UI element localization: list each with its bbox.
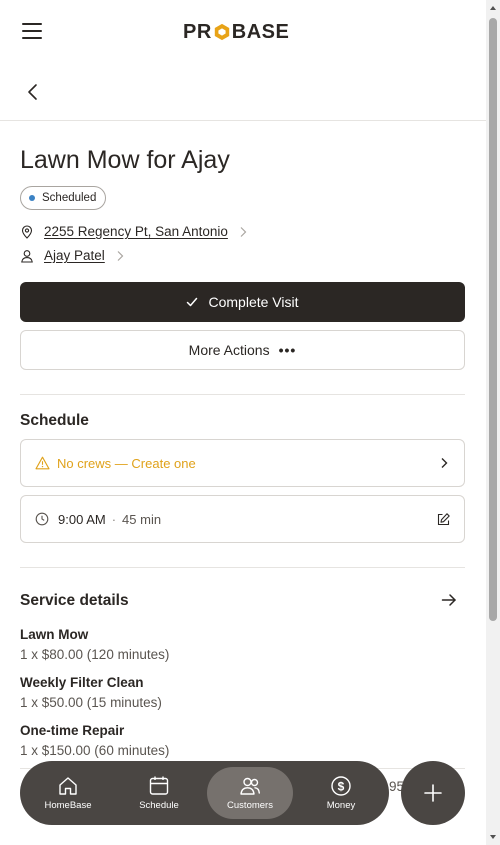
service-name: Weekly Filter Clean (20, 675, 144, 690)
nav-money[interactable]: $ Money (298, 767, 384, 819)
duration: 45 min (122, 511, 162, 527)
status-dot (29, 195, 35, 201)
scrollbar-thumb[interactable] (489, 18, 497, 621)
bottom-nav: HomeBase Schedule Customers $ Money (20, 761, 389, 825)
customer-name: Ajay Patel (44, 248, 105, 263)
users-icon (240, 777, 260, 795)
create-crew-card[interactable]: No crews — Create one (20, 439, 465, 487)
nav-homebase[interactable]: HomeBase (25, 767, 111, 819)
address-text: 2255 Regency Pt, San Antonio (44, 224, 228, 239)
status-label: Scheduled (42, 192, 97, 204)
service-detail: 1 x $150.00 (60 minutes) (20, 743, 170, 758)
chevron-right-icon (240, 226, 247, 237)
service-name: Lawn Mow (20, 627, 89, 642)
status-badge: Scheduled (20, 186, 107, 210)
more-actions-label: More Actions (188, 342, 270, 358)
edit-icon[interactable] (436, 512, 451, 527)
time-card: 9:00 AM · 45 min (20, 495, 465, 543)
chevron-left-icon[interactable] (24, 82, 44, 102)
service-detail: 1 x $50.00 (15 minutes) (20, 695, 162, 710)
plus-icon (424, 784, 442, 802)
clock-icon (35, 512, 49, 526)
divider (20, 394, 465, 395)
more-actions-button[interactable]: More Actions ••• (20, 330, 465, 370)
schedule-heading: Schedule (20, 412, 89, 429)
hamburger-icon[interactable] (22, 23, 42, 41)
back-row (0, 64, 486, 121)
service-detail: 1 x $80.00 (120 minutes) (20, 647, 170, 662)
service-details-heading: Service details (20, 592, 129, 609)
add-button[interactable] (401, 761, 465, 825)
complete-visit-button[interactable]: Complete Visit (20, 282, 465, 322)
page-title: Lawn Mow for Ajay (20, 146, 230, 174)
chevron-right-icon (117, 250, 124, 261)
warning-icon (35, 456, 50, 470)
complete-visit-label: Complete Visit (208, 294, 299, 310)
svg-text:$: $ (338, 780, 345, 794)
more-dots-icon: ••• (278, 342, 297, 358)
customer-link[interactable]: Ajay Patel (20, 248, 125, 263)
logo-text-left: PR (183, 20, 212, 43)
checkmark-icon (187, 297, 198, 307)
scroll-up-arrow-icon[interactable] (489, 4, 497, 12)
arrow-right-icon[interactable] (441, 592, 457, 608)
calendar-icon (149, 776, 169, 795)
home-icon (59, 777, 77, 795)
address-link[interactable]: 2255 Regency Pt, San Antonio (20, 224, 248, 239)
logo-text-right: BASE (231, 20, 290, 43)
logo-hexagon-icon (214, 23, 229, 41)
location-pin-icon (21, 224, 33, 239)
probase-logo[interactable]: PR BASE (183, 20, 289, 44)
time-separator: · (111, 511, 117, 527)
nav-label: HomeBase (44, 800, 92, 811)
scroll-down-arrow-icon[interactable] (489, 833, 497, 841)
start-time: 9:00 AM (58, 511, 106, 527)
divider (20, 567, 465, 568)
crew-warning-text: No crews — Create one (57, 455, 196, 471)
top-bar: PR BASE (0, 0, 486, 64)
nav-customers[interactable]: Customers (207, 767, 293, 819)
service-name: One-time Repair (20, 723, 125, 738)
scrollbar[interactable] (486, 0, 500, 845)
nav-label: Money (326, 800, 356, 811)
nav-schedule[interactable]: Schedule (116, 767, 202, 819)
chevron-right-icon (441, 458, 448, 468)
dollar-icon: $ (331, 776, 351, 796)
nav-label: Schedule (139, 800, 179, 811)
nav-label: Customers (227, 800, 273, 811)
person-icon (21, 249, 33, 263)
